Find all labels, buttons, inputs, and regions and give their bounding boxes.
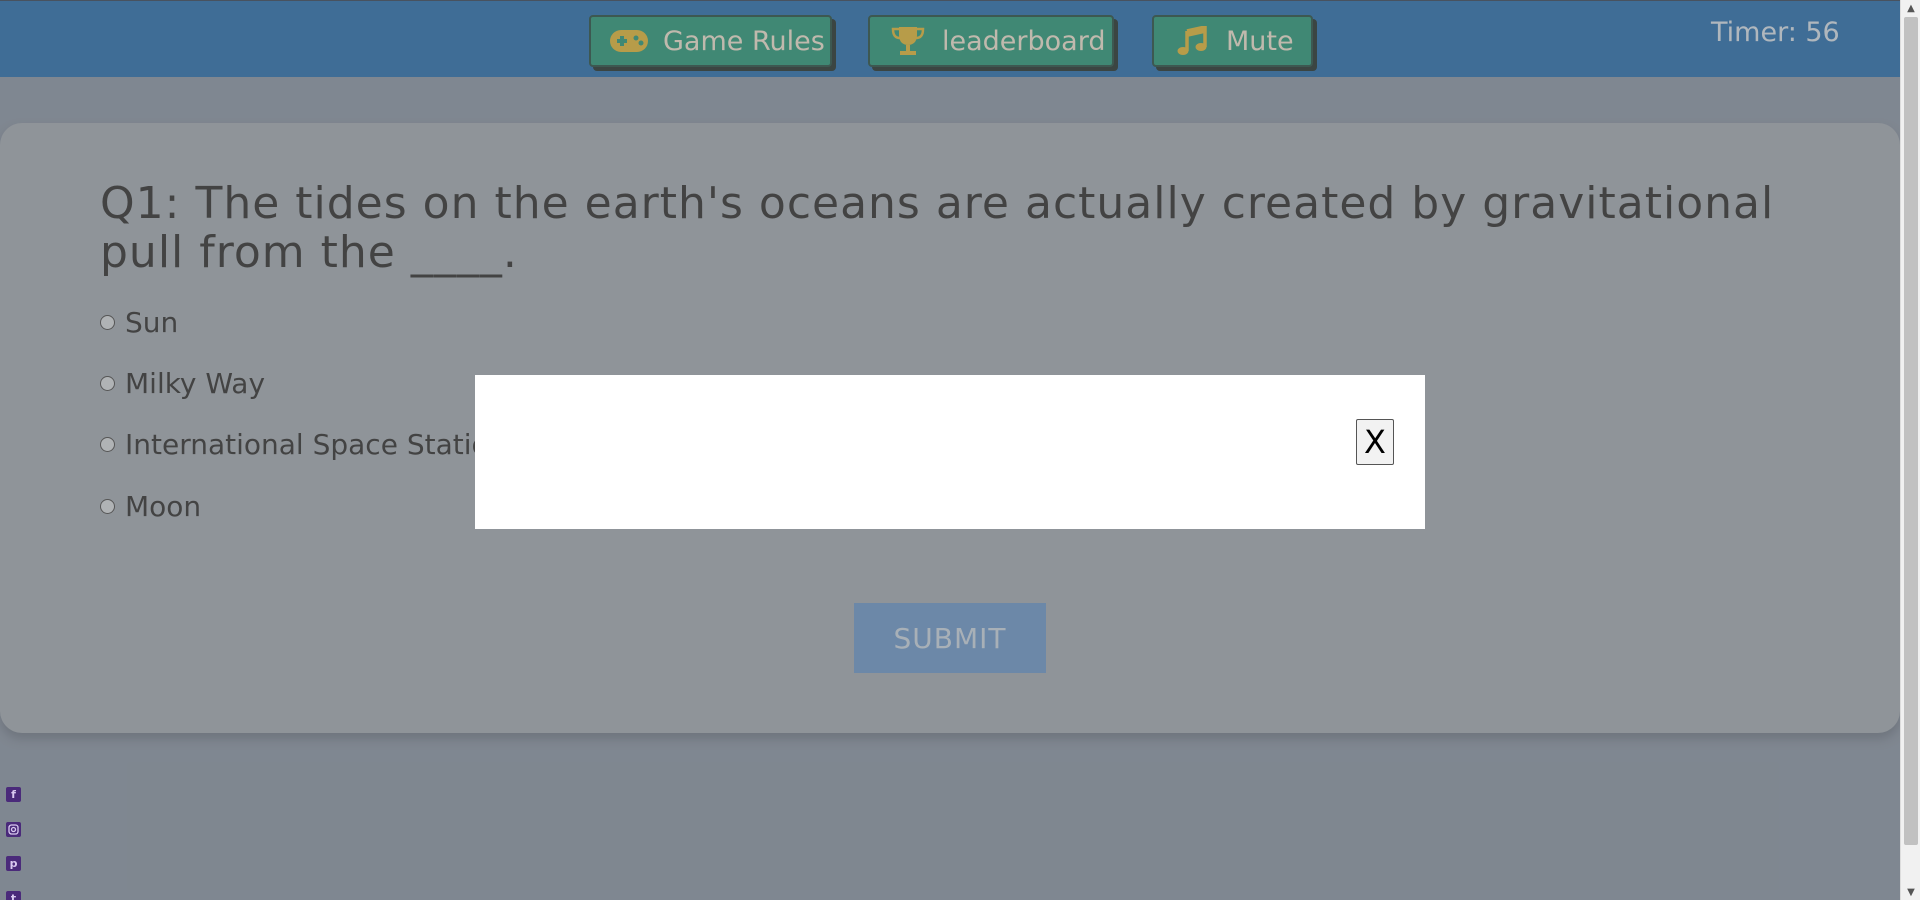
vertical-scrollbar[interactable]: ▲ ▼ xyxy=(1900,0,1920,900)
scroll-down-icon[interactable]: ▼ xyxy=(1901,884,1920,900)
scroll-up-icon[interactable]: ▲ xyxy=(1901,0,1920,16)
instagram-icon[interactable] xyxy=(6,822,21,837)
modal-close-button[interactable]: X xyxy=(1356,419,1394,465)
facebook-icon[interactable]: f xyxy=(6,787,21,802)
page: Game Rules leaderboard Mute Timer: 56 Q1… xyxy=(0,0,1900,900)
scrollbar-thumb[interactable] xyxy=(1904,17,1918,845)
pinterest-icon[interactable]: p xyxy=(6,856,21,871)
twitter-icon[interactable]: t xyxy=(6,891,21,900)
modal-dialog: X xyxy=(475,375,1425,529)
